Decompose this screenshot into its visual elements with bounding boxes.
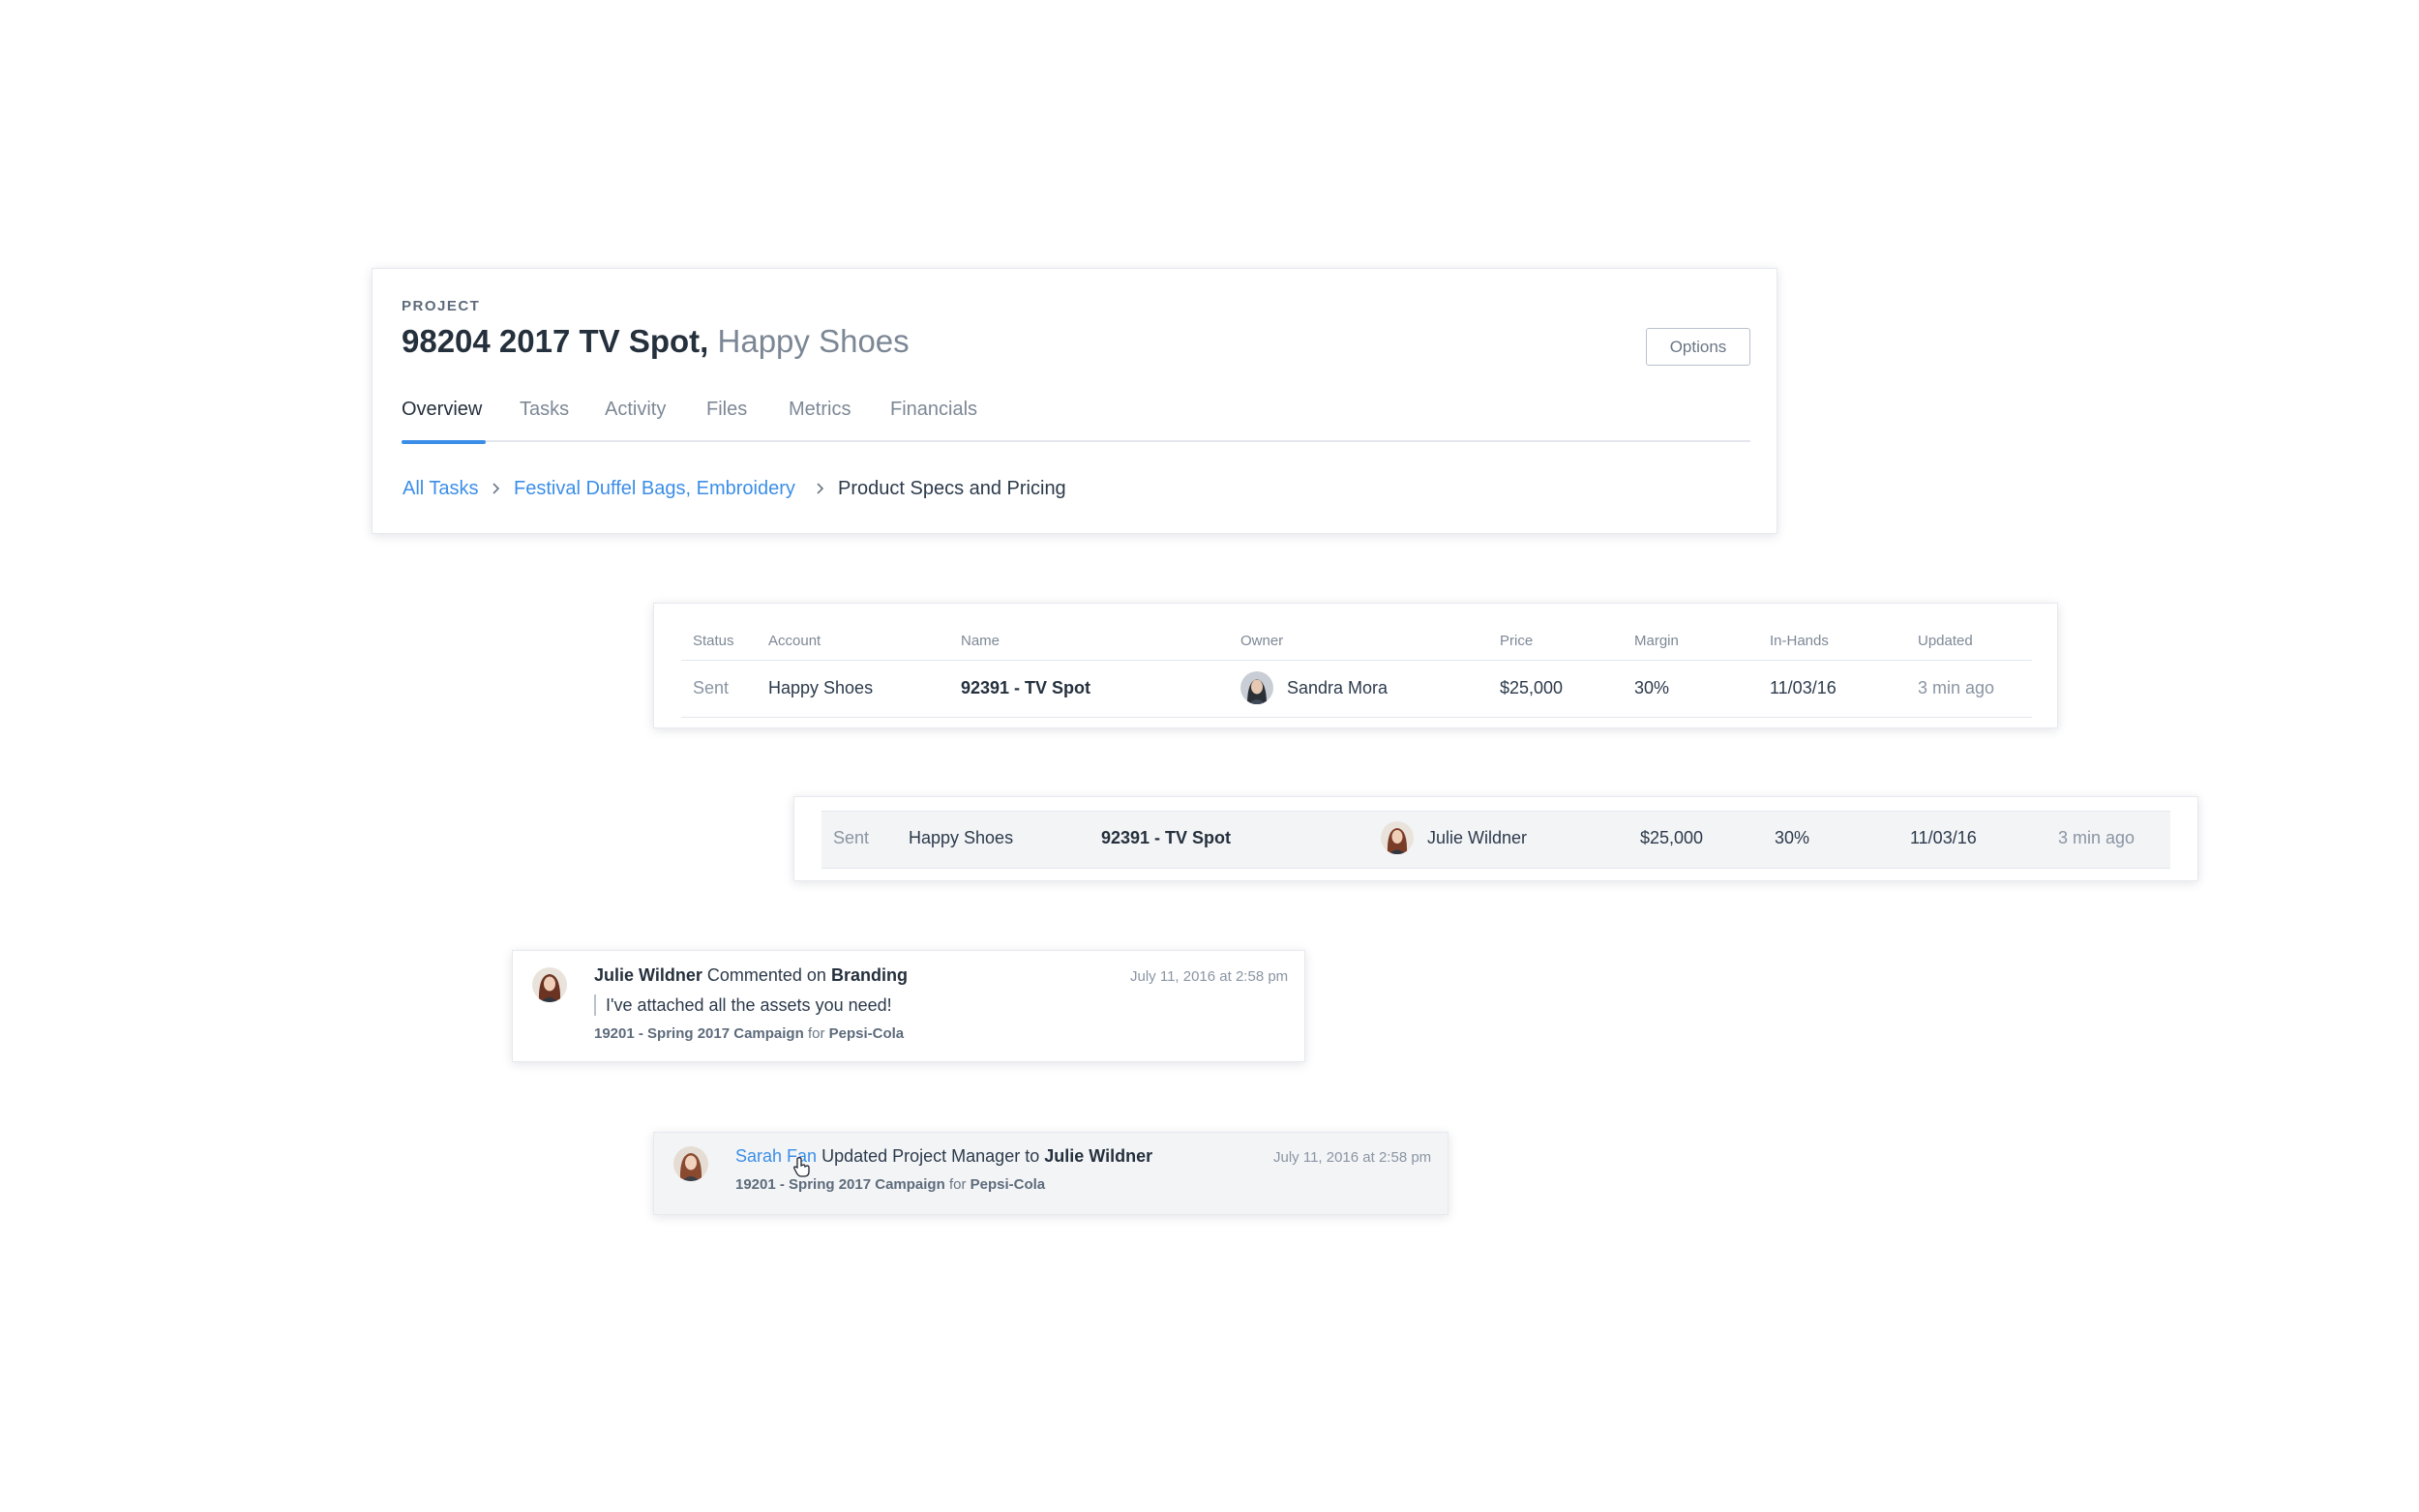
activity-context: 19201 - Spring 2017 Campaign for Pepsi-C… (594, 1025, 904, 1042)
activity-project-link[interactable]: 19201 - Spring 2017 Campaign (594, 1025, 804, 1042)
cell-in-hands: 11/03/16 (1910, 828, 1977, 847)
comment-quote: I've attached all the assets you need! (594, 994, 892, 1016)
activity-timestamp: July 11, 2016 at 2:58 pm (1273, 1149, 1432, 1166)
activity-for-label: for (807, 1025, 825, 1042)
activity-headline: Julie Wildner Commented on Branding (594, 965, 908, 986)
projects-table: Status Account Name Owner Price Margin I… (653, 603, 2058, 728)
cell-price: $25,000 (1640, 828, 1704, 847)
cell-price: $25,000 (1500, 678, 1564, 697)
cell-name[interactable]: 92391 - TV Spot (1101, 828, 1231, 848)
activity-verb: Commented on (706, 965, 826, 985)
avatar (673, 1146, 708, 1181)
activity-verb: Updated Project Manager to (821, 1146, 1040, 1166)
tab-bar: Overview Tasks Activity Files Metrics Fi… (402, 391, 1750, 444)
options-button[interactable]: Options (1646, 328, 1750, 366)
activity-timestamp: July 11, 2016 at 2:58 pm (1130, 968, 1289, 985)
cell-status: Sent (833, 828, 870, 847)
hand-cursor-icon (793, 1157, 810, 1177)
column-header-owner[interactable]: Owner (1240, 633, 1283, 649)
column-header-status[interactable]: Status (693, 633, 734, 649)
activity-target[interactable]: Branding (831, 965, 908, 985)
tab-overview[interactable]: Overview (402, 391, 487, 444)
activity-item-comment[interactable]: Julie Wildner Commented on Branding July… (512, 950, 1305, 1062)
breadcrumb-festival-duffel-bags[interactable]: Festival Duffel Bags, Embroidery (514, 474, 795, 503)
project-label: PROJECT (402, 298, 481, 314)
table-row-divider (681, 717, 2032, 718)
column-header-margin[interactable]: Margin (1634, 633, 1679, 649)
chevron-right-icon (493, 483, 500, 494)
activity-actor[interactable]: Julie Wildner (594, 965, 702, 985)
activity-item-update[interactable]: Sarah Fan Updated Project Manager to Jul… (653, 1132, 1448, 1215)
page-title: 98204 2017 TV Spot, Happy Shoes (402, 323, 910, 360)
cell-margin: 30% (1775, 828, 1810, 847)
user-avatar-icon (673, 1146, 708, 1181)
cell-owner: Julie Wildner (1427, 828, 1528, 847)
cell-status: Sent (693, 678, 730, 697)
project-client: Happy Shoes (717, 323, 910, 359)
activity-for-label: for (948, 1176, 967, 1193)
column-header-name[interactable]: Name (961, 633, 1000, 649)
column-header-price[interactable]: Price (1500, 633, 1533, 649)
tab-activity[interactable]: Activity (605, 391, 666, 442)
breadcrumb-all-tasks[interactable]: All Tasks (403, 474, 479, 503)
cell-updated: 3 min ago (2058, 828, 2135, 847)
column-header-account[interactable]: Account (768, 633, 821, 649)
activity-project-link[interactable]: 19201 - Spring 2017 Campaign (735, 1176, 945, 1193)
tab-metrics[interactable]: Metrics (789, 391, 851, 442)
owner-avatar-icon (1381, 821, 1414, 854)
user-avatar-icon (532, 967, 567, 1002)
project-code: 98204 2017 TV Spot, (402, 323, 709, 359)
cell-margin: 30% (1634, 678, 1670, 697)
cell-name[interactable]: 92391 - TV Spot (961, 678, 1090, 698)
activity-client-link[interactable]: Pepsi-Cola (829, 1025, 905, 1042)
cell-in-hands: 11/03/16 (1770, 678, 1837, 697)
tab-files[interactable]: Files (706, 391, 747, 442)
activity-client-link[interactable]: Pepsi-Cola (971, 1176, 1046, 1193)
tab-tasks[interactable]: Tasks (520, 391, 569, 442)
cell-updated: 3 min ago (1918, 678, 1995, 697)
avatar (1240, 671, 1273, 704)
tab-financials[interactable]: Financials (890, 391, 977, 442)
activity-context: 19201 - Spring 2017 Campaign for Pepsi-C… (735, 1176, 1045, 1193)
cell-owner: Sandra Mora (1287, 678, 1389, 697)
avatar (1381, 821, 1414, 854)
column-header-updated[interactable]: Updated (1918, 633, 1973, 649)
table-row-hover-state: Sent Happy Shoes 92391 - TV Spot Julie W… (793, 796, 2198, 881)
column-header-in-hands[interactable]: In-Hands (1770, 633, 1829, 649)
breadcrumb-current: Product Specs and Pricing (838, 478, 1066, 499)
activity-target[interactable]: Julie Wildner (1044, 1146, 1152, 1166)
cell-account: Happy Shoes (768, 678, 874, 697)
table-header-divider (681, 660, 2032, 661)
owner-avatar-icon (1240, 671, 1273, 704)
chevron-right-icon (817, 483, 824, 494)
project-header-card: PROJECT 98204 2017 TV Spot, Happy Shoes … (372, 268, 1777, 534)
avatar (532, 967, 567, 1002)
cell-account: Happy Shoes (909, 828, 1014, 847)
